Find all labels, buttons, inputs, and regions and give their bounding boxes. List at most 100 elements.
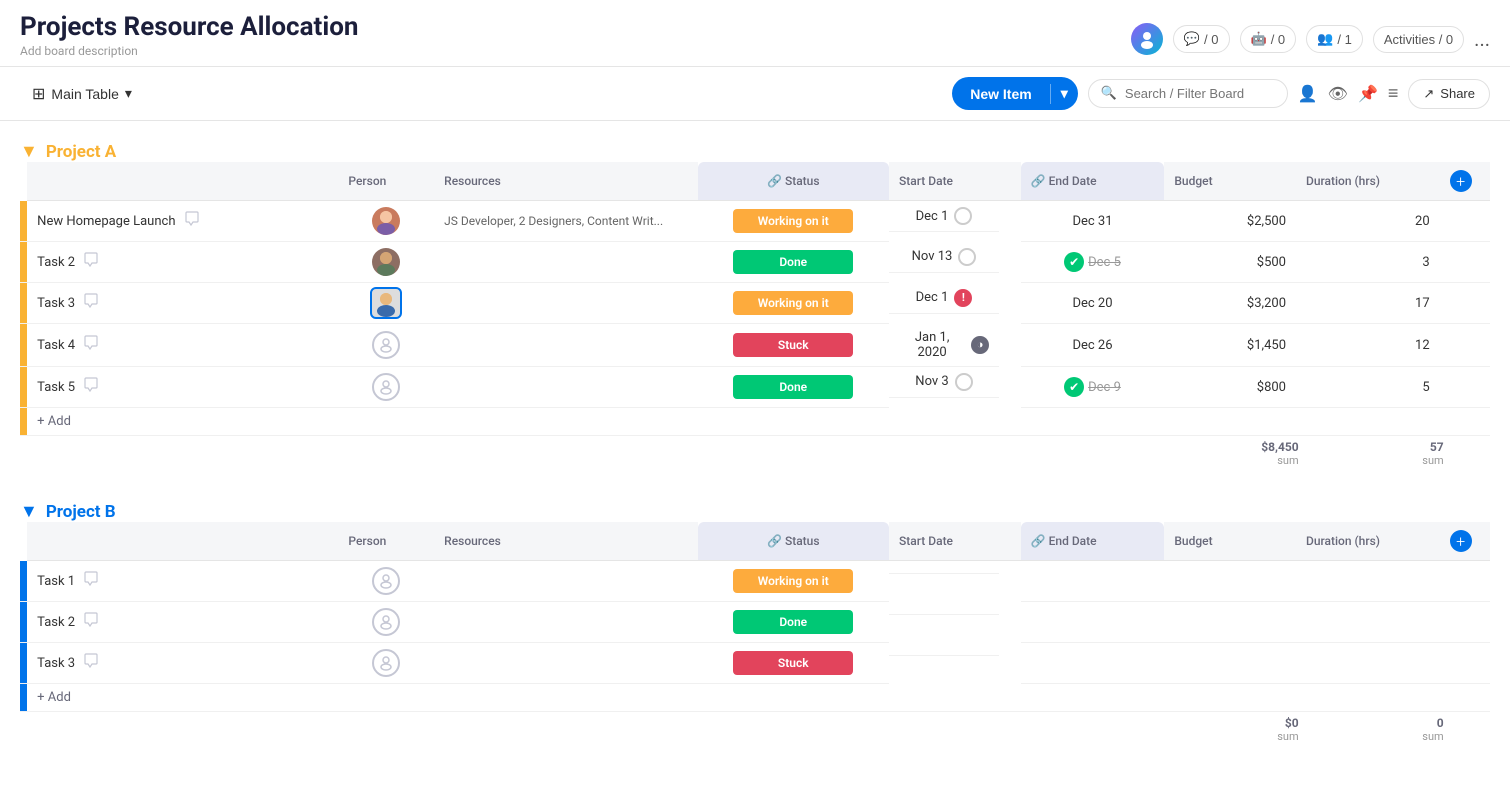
activities-label: Activities / 0 [1384, 32, 1453, 47]
start-date-cell: Dec 1 [889, 201, 999, 232]
status-badge[interactable]: Stuck [733, 333, 853, 357]
task-row: Task 1 Working on it [20, 561, 1490, 602]
start-date: Jan 1, 2020 [899, 330, 965, 360]
status-badge[interactable]: Working on it [733, 209, 853, 233]
comment-count-button[interactable]: 💬 / 0 [1173, 25, 1230, 53]
pin-icon[interactable]: 📌 [1358, 84, 1378, 103]
comment-button[interactable] [83, 335, 99, 355]
avatar-empty[interactable] [372, 567, 400, 595]
avatar-empty[interactable] [372, 373, 400, 401]
status-badge[interactable]: Working on it [733, 291, 853, 315]
th-add-b[interactable]: + [1440, 522, 1490, 561]
filter-icon[interactable]: ≡ [1388, 83, 1399, 104]
new-item-button[interactable]: New Item ▾ [952, 77, 1078, 110]
th-status-b[interactable]: 🔗 Status [698, 522, 890, 561]
status-badge[interactable]: Working on it [733, 569, 853, 593]
comment-button[interactable] [83, 571, 99, 591]
share-button[interactable]: ↗ Share [1408, 79, 1490, 109]
chevron-down-icon: ▾ [125, 85, 132, 102]
project-a-table: Person Resources 🔗 Status Start Date 🔗 E… [20, 162, 1490, 436]
duration-cell [1296, 561, 1440, 602]
enddate-link-icon-b: 🔗 [1031, 534, 1046, 548]
person-filter-icon[interactable]: 👤 [1298, 84, 1318, 103]
status-link-icon-b: 🔗 [767, 534, 782, 548]
robot-count-button[interactable]: 🤖 / 0 [1240, 25, 1297, 53]
project-b-sum-row: $0 sum 0 sum [20, 712, 1490, 747]
comment-button[interactable] [83, 377, 99, 397]
add-row[interactable]: + Add [20, 684, 1490, 712]
budget-cell: $3,200 [1164, 283, 1296, 324]
date-empty-icon [955, 373, 973, 391]
project-b-section: ▼ Project B Person Resources 🔗 Status St… [20, 501, 1490, 747]
budget-cell: $2,500 [1164, 201, 1296, 242]
more-options-button[interactable]: ... [1474, 27, 1490, 51]
resources-cell [434, 643, 697, 684]
project-b-sum-table: $0 sum 0 sum [20, 712, 1490, 747]
avatar-empty[interactable] [372, 608, 400, 636]
avatar-empty[interactable] [372, 649, 400, 677]
main-table-button[interactable]: ⊞ Main Table ▾ [20, 78, 144, 110]
status-cell[interactable]: Done [698, 367, 890, 408]
person-count-button[interactable]: 👥 / 1 [1306, 25, 1363, 53]
th-add-a[interactable]: + [1440, 162, 1490, 201]
resources-cell [434, 242, 697, 283]
budget-cell [1164, 602, 1296, 643]
project-a-chevron[interactable]: ▼ [20, 141, 38, 162]
comment-button[interactable] [83, 293, 99, 313]
budget-cell: $800 [1164, 367, 1296, 408]
comment-button[interactable] [83, 653, 99, 673]
new-item-arrow-icon[interactable]: ▾ [1051, 77, 1078, 110]
add-row[interactable]: + Add [20, 408, 1490, 436]
board-description[interactable]: Add board description [20, 44, 358, 58]
avatar[interactable] [372, 289, 400, 317]
status-cell[interactable]: Working on it [698, 561, 890, 602]
status-badge[interactable]: Done [733, 375, 853, 399]
status-badge[interactable]: Stuck [733, 651, 853, 675]
comment-button[interactable] [83, 252, 99, 272]
eye-icon[interactable]: 👁 [1328, 84, 1348, 103]
person-cell [338, 643, 434, 684]
add-column-button-b[interactable]: + [1450, 530, 1472, 552]
status-badge[interactable]: Done [733, 250, 853, 274]
comment-count: / 0 [1204, 32, 1218, 47]
resources-cell: JS Developer, 2 Designers, Content Writ.… [434, 201, 697, 242]
status-cell[interactable]: Done [698, 602, 890, 643]
date-empty-icon [958, 248, 976, 266]
th-startdate-b: Start Date [889, 522, 1021, 561]
add-task-button[interactable]: + Add [27, 684, 1490, 712]
th-budget-b: Budget [1164, 522, 1296, 561]
search-input[interactable] [1125, 86, 1275, 101]
resources-cell [434, 283, 697, 324]
activities-button[interactable]: Activities / 0 [1373, 26, 1464, 53]
task-name: Task 4 [37, 338, 75, 353]
avatar[interactable] [372, 207, 400, 235]
start-date-cell [889, 561, 999, 574]
duration-cell: 17 [1296, 283, 1440, 324]
status-cell[interactable]: Working on it [698, 201, 890, 242]
duration-value: 17 [1415, 296, 1430, 311]
add-column-button-a[interactable]: + [1450, 170, 1472, 192]
comment-button[interactable] [184, 211, 200, 231]
status-badge[interactable]: Done [733, 610, 853, 634]
project-b-chevron[interactable]: ▼ [20, 501, 38, 522]
add-task-button[interactable]: + Add [27, 408, 1490, 436]
status-cell[interactable]: Working on it [698, 283, 890, 324]
status-cell[interactable]: Stuck [698, 324, 890, 367]
status-cell[interactable]: Done [698, 242, 890, 283]
search-box: 🔍 [1088, 79, 1288, 108]
duration-cell: 12 [1296, 324, 1440, 367]
task-name-cell: Task 2 [27, 602, 338, 643]
avatar[interactable] [372, 248, 400, 276]
budget-cell: $1,450 [1164, 324, 1296, 367]
end-date-cell: Dec 20 [1021, 283, 1165, 324]
user-avatar[interactable] [1131, 23, 1163, 55]
resources-cell [434, 602, 697, 643]
status-cell[interactable]: Stuck [698, 643, 890, 684]
task-name: Task 5 [37, 380, 75, 395]
avatar-empty[interactable] [372, 331, 400, 359]
duration-cell: 20 [1296, 201, 1440, 242]
th-status-a[interactable]: 🔗 Status [698, 162, 890, 201]
duration-cell [1296, 602, 1440, 643]
task-name: Task 1 [37, 574, 75, 589]
comment-button[interactable] [83, 612, 99, 632]
